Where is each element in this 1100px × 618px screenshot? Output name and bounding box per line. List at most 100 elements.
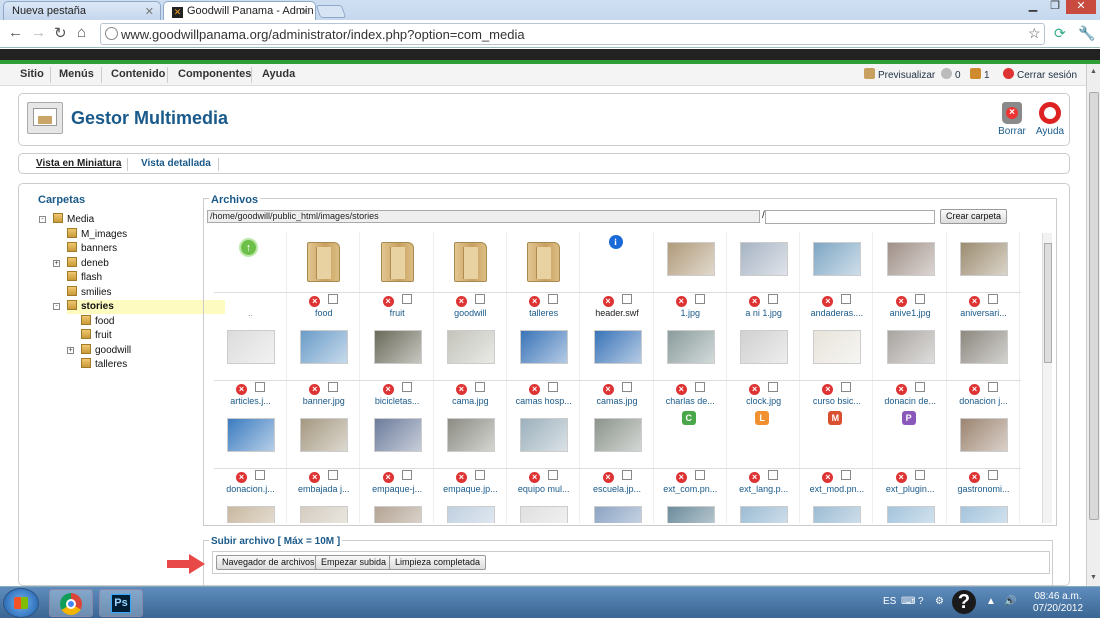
expand-icon[interactable]: + <box>67 346 74 354</box>
media-item[interactable]: × equipo mul... <box>507 408 581 496</box>
scrollbar-thumb[interactable] <box>1089 92 1099 520</box>
media-item-label[interactable]: charlas de... <box>654 396 727 406</box>
media-item[interactable] <box>507 496 581 523</box>
extension-type-icon[interactable]: L <box>755 411 770 425</box>
select-checkbox[interactable] <box>474 294 485 304</box>
delete-button[interactable]: Borrar <box>992 102 1032 137</box>
folder-tree-item[interactable]: - Media <box>39 213 94 227</box>
media-item[interactable]: × donacin de... <box>874 320 947 408</box>
menu-ayuda[interactable]: Ayuda <box>262 68 295 80</box>
folder-icon[interactable] <box>380 242 414 282</box>
select-checkbox[interactable] <box>621 382 632 392</box>
image-thumbnail[interactable] <box>666 242 715 276</box>
image-thumbnail[interactable] <box>373 418 422 452</box>
taskbar-photoshop[interactable]: Ps <box>99 589 143 617</box>
close-icon[interactable]: ✕ <box>300 5 309 18</box>
media-item[interactable]: × a ni 1.jpg <box>727 232 801 320</box>
home-icon[interactable]: ⌂ <box>77 24 86 41</box>
select-checkbox[interactable] <box>841 294 852 304</box>
image-thumbnail[interactable] <box>813 242 862 276</box>
delete-icon[interactable]: × <box>895 472 907 483</box>
select-checkbox[interactable] <box>401 294 412 304</box>
tab-goodwill-admin[interactable]: ✕ Goodwill Panama - Admin ✕ <box>163 1 316 20</box>
media-item-label[interactable]: aniversari... <box>947 308 1020 318</box>
image-thumbnail[interactable] <box>740 330 789 364</box>
media-item[interactable]: L × ext_lang.p... <box>727 408 801 496</box>
media-item-label[interactable]: ext_com.pn... <box>654 484 727 494</box>
media-item[interactable]: × fruit <box>361 232 434 320</box>
image-thumbnail[interactable] <box>960 506 1008 523</box>
delete-icon[interactable]: × <box>675 296 687 307</box>
image-thumbnail[interactable] <box>740 242 789 276</box>
delete-icon[interactable]: × <box>749 472 761 483</box>
window-close-icon[interactable]: ✕ <box>1066 0 1096 14</box>
menu-menus[interactable]: Menús <box>59 68 94 80</box>
browse-files-button[interactable]: Navegador de archivos <box>216 555 321 570</box>
media-item[interactable]: i × header.swf <box>581 232 654 320</box>
media-item-label[interactable]: .. <box>214 308 287 318</box>
media-item[interactable]: ↑.. <box>214 232 287 320</box>
scroll-up-icon[interactable]: ▲ <box>1090 68 1097 75</box>
page-info-icon[interactable] <box>105 27 118 40</box>
media-item-label[interactable]: bicicletas... <box>361 396 434 406</box>
new-tab-button[interactable] <box>315 5 347 18</box>
folder-tree-item[interactable]: talleres <box>81 358 127 372</box>
delete-icon[interactable]: × <box>749 296 761 307</box>
clear-completed-button[interactable]: Limpieza completada <box>389 555 487 570</box>
delete-icon[interactable]: × <box>822 296 834 307</box>
media-item[interactable]: × banner.jpg <box>287 320 361 408</box>
media-item[interactable] <box>287 496 361 523</box>
select-checkbox[interactable] <box>328 470 339 480</box>
reload-icon[interactable]: ↻ <box>54 24 67 42</box>
image-thumbnail[interactable] <box>740 506 789 523</box>
delete-icon[interactable]: × <box>455 296 467 307</box>
media-item-label[interactable]: articles.j... <box>214 396 287 406</box>
media-item-label[interactable]: camas hosp... <box>507 396 580 406</box>
image-thumbnail[interactable] <box>227 330 275 364</box>
select-checkbox[interactable] <box>548 470 559 480</box>
menu-contenido[interactable]: Contenido <box>111 68 165 80</box>
media-item[interactable] <box>581 496 654 523</box>
extension-type-icon[interactable]: C <box>681 411 696 425</box>
media-item-label[interactable]: escuela.jp... <box>581 484 654 494</box>
folder-tree-item[interactable]: flash <box>67 271 102 285</box>
media-item[interactable]: × camas.jpg <box>581 320 654 408</box>
media-item[interactable] <box>654 496 727 523</box>
select-checkbox[interactable] <box>914 294 925 304</box>
folder-icon[interactable] <box>527 242 561 282</box>
media-item[interactable] <box>434 496 507 523</box>
select-checkbox[interactable] <box>988 470 998 480</box>
image-thumbnail[interactable] <box>300 418 349 452</box>
delete-icon[interactable]: × <box>602 472 614 483</box>
collapse-icon[interactable]: - <box>53 303 60 310</box>
image-thumbnail[interactable] <box>520 418 569 452</box>
delete-icon[interactable]: × <box>455 384 467 395</box>
delete-icon[interactable]: × <box>382 384 394 395</box>
media-item[interactable] <box>727 496 801 523</box>
delete-icon[interactable]: × <box>602 384 614 395</box>
media-item[interactable]: × anive1.jpg <box>874 232 947 320</box>
delete-icon[interactable]: × <box>309 384 321 395</box>
delete-icon[interactable]: × <box>309 472 321 483</box>
menu-componentes[interactable]: Componentes <box>178 68 251 80</box>
image-thumbnail[interactable] <box>886 330 935 364</box>
scroll-down-icon[interactable]: ▼ <box>1090 574 1097 581</box>
extension-icon[interactable]: ⟳ <box>1054 25 1066 42</box>
media-item[interactable]: P × ext_plugin... <box>874 408 947 496</box>
tab-new-tab[interactable]: Nueva pestaña ✕ <box>3 1 161 20</box>
image-thumbnail[interactable] <box>373 506 422 523</box>
select-checkbox[interactable] <box>474 382 485 392</box>
files-scrollbar[interactable] <box>1042 233 1052 523</box>
create-folder-button[interactable]: Crear carpeta <box>940 209 1008 224</box>
media-item-label[interactable]: ext_lang.p... <box>727 484 800 494</box>
question-tray-icon[interactable]: ? <box>952 590 976 614</box>
delete-icon[interactable]: × <box>822 384 834 395</box>
image-thumbnail[interactable] <box>960 242 1008 276</box>
messages-link[interactable]: 0 <box>941 68 961 81</box>
media-item-label[interactable]: empaque-j... <box>361 484 434 494</box>
extension-type-icon[interactable]: M <box>828 411 843 425</box>
media-item[interactable]: × escuela.jp... <box>581 408 654 496</box>
delete-icon[interactable]: × <box>675 384 687 395</box>
image-thumbnail[interactable] <box>813 330 862 364</box>
media-item-label[interactable]: food <box>287 308 360 318</box>
